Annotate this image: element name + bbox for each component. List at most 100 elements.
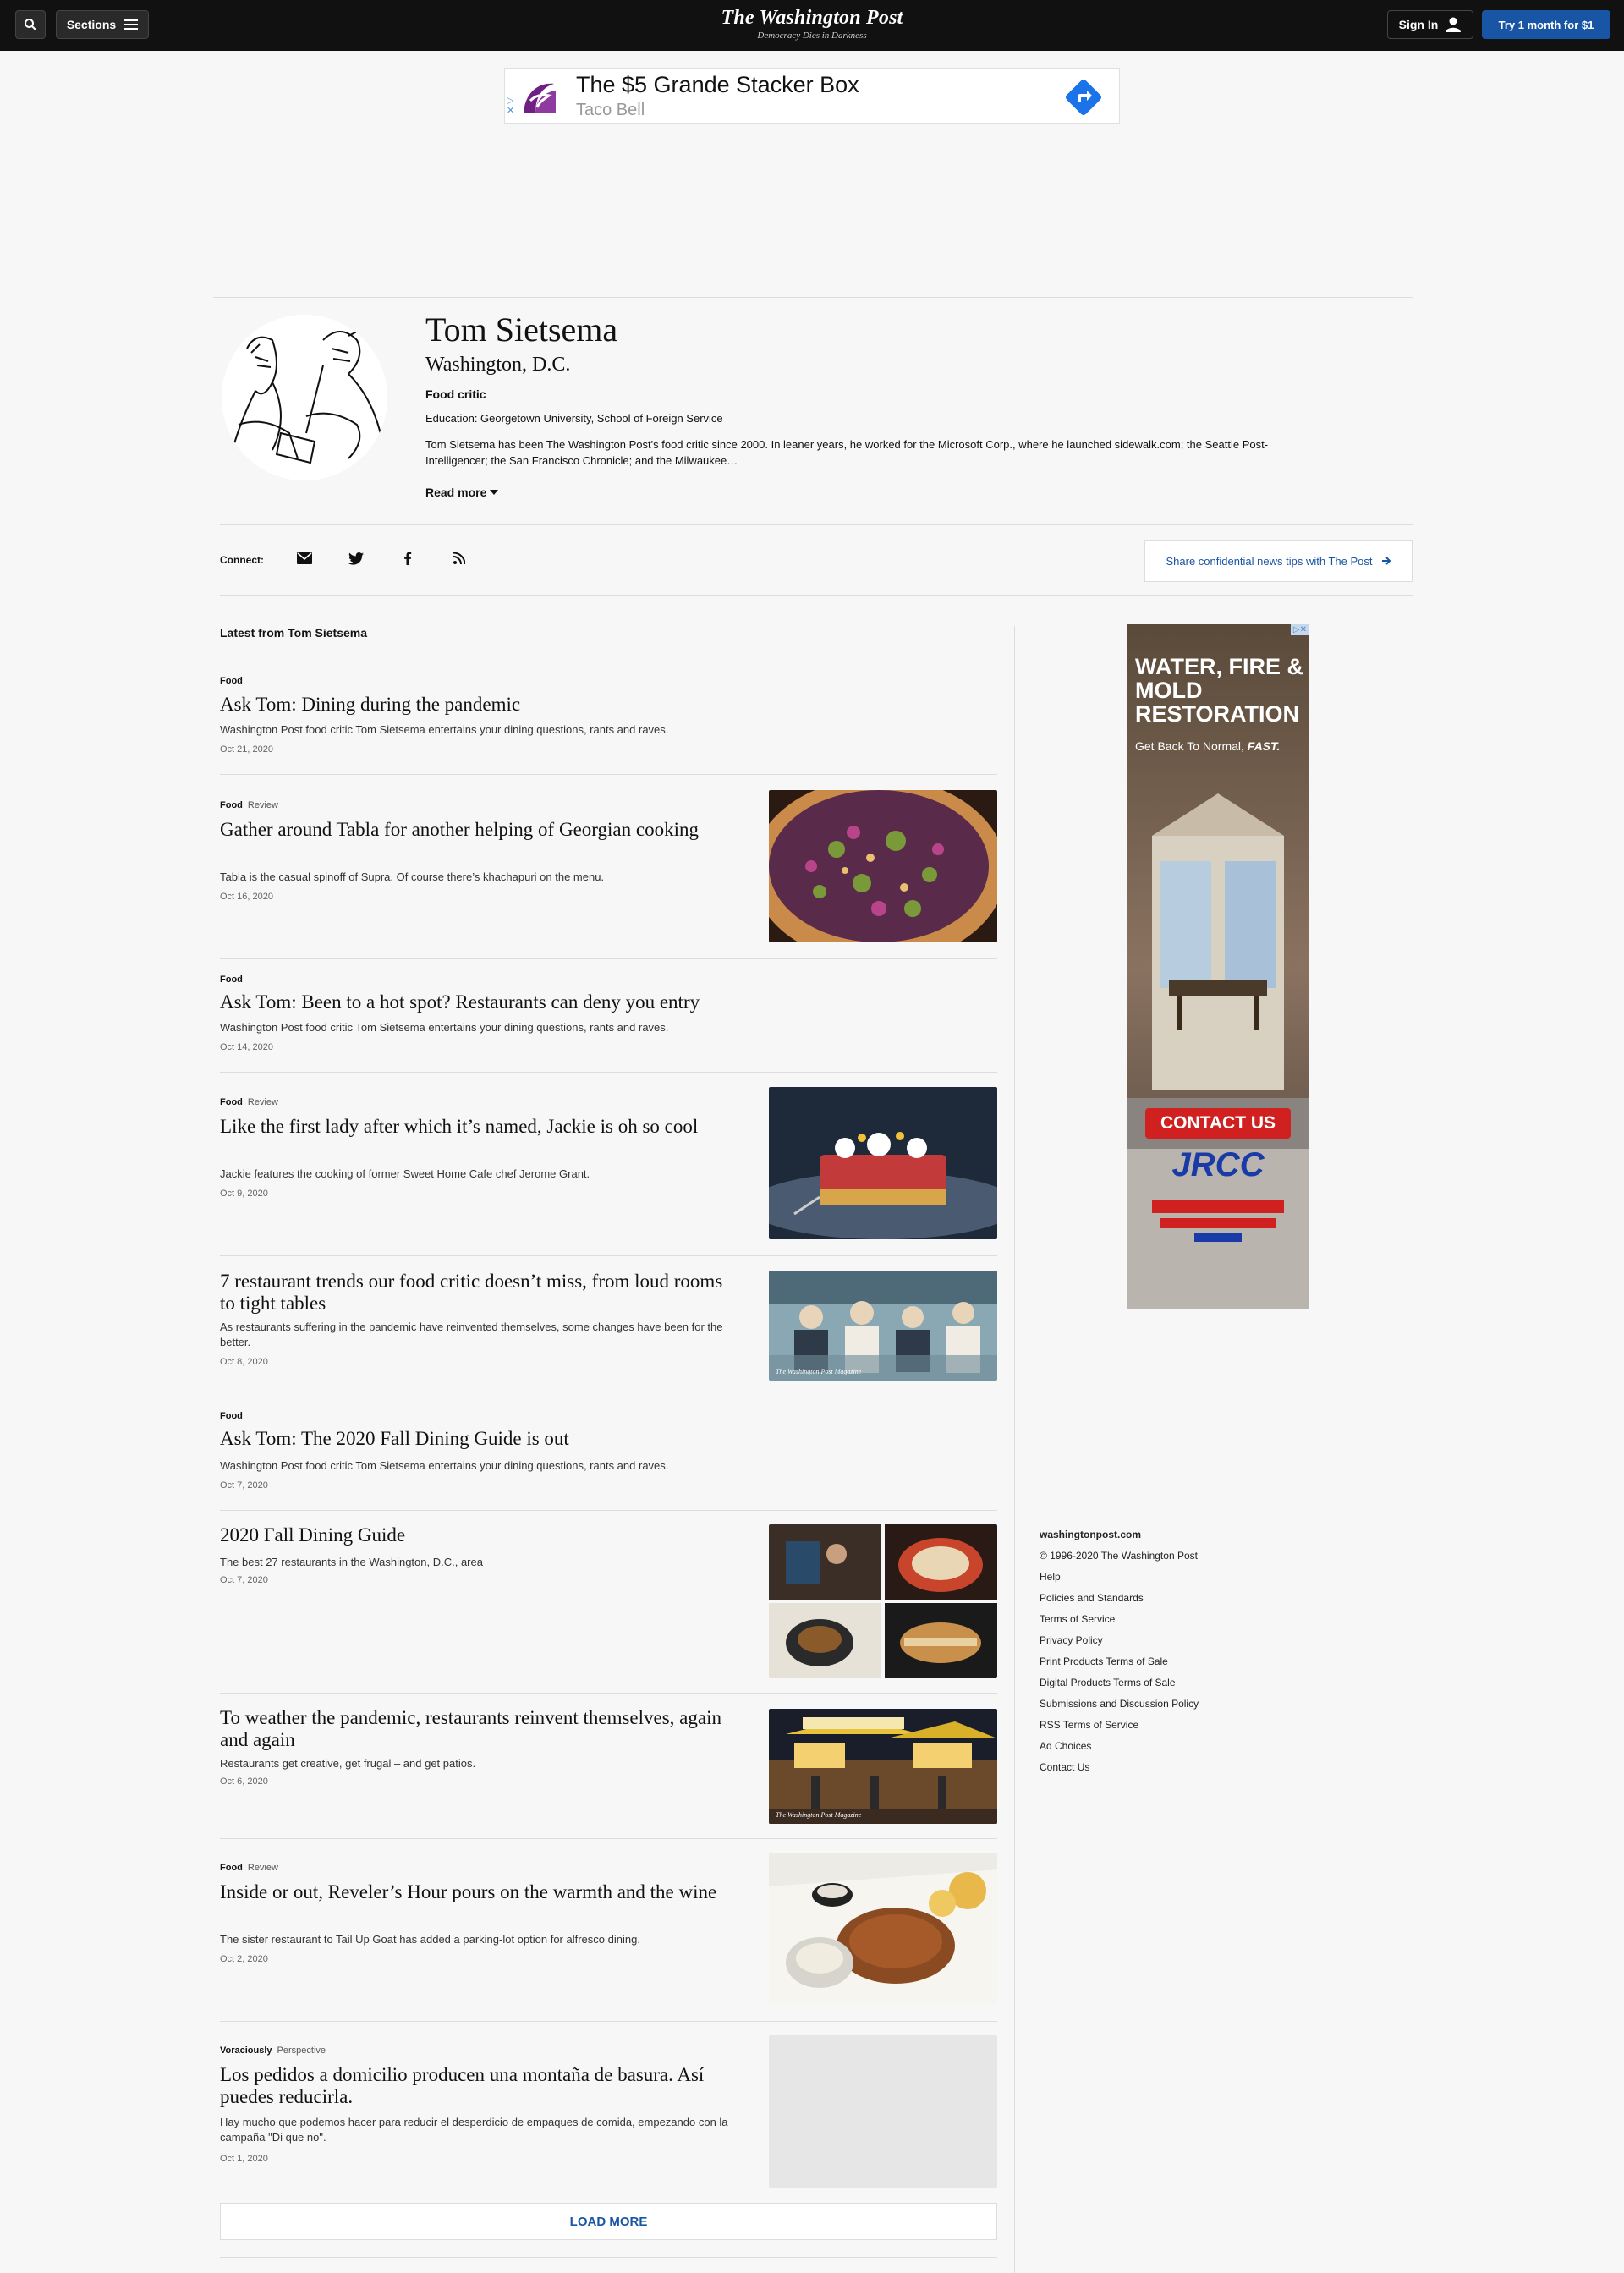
article-blurb: Jackie features the cooking of former Sw… xyxy=(220,1167,590,1180)
author-location: Washington, D.C. xyxy=(425,354,571,376)
article-section[interactable]: Voraciously xyxy=(220,2045,272,2056)
article-thumbnail[interactable] xyxy=(769,1524,997,1678)
article-headline[interactable]: 7 restaurant trends our food critic does… xyxy=(220,1271,727,1315)
search-button[interactable] xyxy=(15,10,46,39)
subscribe-button[interactable]: Try 1 month for $1 xyxy=(1482,10,1610,39)
divider xyxy=(220,1255,997,1256)
sections-menu-button[interactable]: Sections xyxy=(56,10,149,39)
footer-link-contact[interactable]: Contact Us xyxy=(1040,1757,1199,1778)
article-date: Oct 6, 2020 xyxy=(220,1776,268,1787)
read-more-button[interactable]: Read more xyxy=(425,486,499,499)
article-thumbnail[interactable]: The Washington Post Magazine xyxy=(769,1271,997,1381)
article-headline[interactable]: Ask Tom: Been to a hot spot? Restaurants… xyxy=(220,991,700,1013)
ad-title: The $5 Grande Stacker Box xyxy=(576,72,859,97)
adchoices-icon[interactable]: ▷✕ xyxy=(507,96,514,116)
adchoices-icon[interactable]: ▷✕ xyxy=(1290,624,1309,635)
sign-in-button[interactable]: Sign In xyxy=(1387,10,1473,39)
rss-icon xyxy=(453,552,465,564)
author-education: Education: Georgetown University, School… xyxy=(425,412,723,425)
footer-copyright: © 1996-2020 The Washington Post xyxy=(1040,1550,1198,1562)
article-section[interactable]: Food xyxy=(220,800,243,810)
article-headline[interactable]: Los pedidos a domicilio producen una mon… xyxy=(220,2064,727,2108)
caret-down-icon xyxy=(490,490,499,495)
sign-in-label: Sign In xyxy=(1398,18,1439,31)
article-type: Perspective xyxy=(277,2045,326,2056)
article-item[interactable]: Voraciously Perspective Los pedidos a dom… xyxy=(220,2035,997,2188)
column-divider xyxy=(1014,626,1015,2273)
footer-link-rss-terms[interactable]: RSS Terms of Service xyxy=(1040,1715,1199,1736)
divider xyxy=(220,2257,997,2258)
divider xyxy=(220,1693,997,1694)
email-link[interactable] xyxy=(294,548,315,568)
footer-link-print-terms[interactable]: Print Products Terms of Sale xyxy=(1040,1651,1199,1672)
article-item[interactable]: 7 restaurant trends our food critic does… xyxy=(220,1271,997,1397)
footer-link-terms[interactable]: Terms of Service xyxy=(1040,1609,1199,1630)
washington-post-logo[interactable]: The Washington Post Democracy Dies in Da… xyxy=(643,7,981,41)
article-section[interactable]: Food xyxy=(220,1863,243,1873)
article-headline[interactable]: To weather the pandemic, restaurants rei… xyxy=(220,1707,727,1751)
footer-link-ad-choices[interactable]: Ad Choices xyxy=(1040,1736,1199,1757)
article-item[interactable]: Food Ask Tom: The 2020 Fall Dining Guide… xyxy=(220,1411,997,1511)
article-kicker: Food Review xyxy=(220,1863,278,1873)
share-tips-label: Share confidential news tips with The Po… xyxy=(1166,554,1373,568)
ad-tagline-emphasis: FAST. xyxy=(1247,739,1281,753)
article-blurb: Washington Post food critic Tom Sietsema… xyxy=(220,1459,669,1472)
top-banner-ad[interactable]: ▷ ✕ The $5 Grande Stacker Box Taco Bell xyxy=(504,68,1120,124)
ad-advertiser: Taco Bell xyxy=(576,101,645,119)
footer-link-digital-terms[interactable]: Digital Products Terms of Sale xyxy=(1040,1672,1199,1694)
article-item[interactable]: Food Review Gather around Tabla for anoth… xyxy=(220,790,997,959)
article-headline[interactable]: Ask Tom: The 2020 Fall Dining Guide is o… xyxy=(220,1428,569,1450)
footer-link-privacy[interactable]: Privacy Policy xyxy=(1040,1630,1199,1651)
article-kicker: Food xyxy=(220,1411,243,1421)
article-blurb: Washington Post food critic Tom Sietsema… xyxy=(220,723,669,736)
read-more-label: Read more xyxy=(425,486,487,499)
article-thumbnail[interactable] xyxy=(769,1087,997,1239)
article-section[interactable]: Food xyxy=(220,676,243,686)
article-kicker: Voraciously Perspective xyxy=(220,2045,326,2056)
footer-link-submissions[interactable]: Submissions and Discussion Policy xyxy=(1040,1694,1199,1715)
article-section[interactable]: Food xyxy=(220,975,243,985)
article-item[interactable]: Food Review Inside or out, Reveler’s Hour… xyxy=(220,1853,997,2022)
article-headline[interactable]: Like the first lady after which it’s nam… xyxy=(220,1116,727,1138)
taco-bell-logo xyxy=(517,75,561,119)
logo-tagline: Democracy Dies in Darkness xyxy=(757,30,867,41)
article-item[interactable]: 2020 Fall Dining Guide The best 27 resta… xyxy=(220,1524,997,1694)
sidebar-ad[interactable]: JRCC WATER, FIRE & MOLD RESTORATION Get … xyxy=(1127,624,1309,1309)
facebook-link[interactable] xyxy=(398,548,418,568)
divider xyxy=(220,1838,997,1839)
load-more-button[interactable]: LOAD MORE xyxy=(220,2203,997,2240)
article-item[interactable]: Food Ask Tom: Dining during the pandemic… xyxy=(220,673,997,775)
article-item[interactable]: Food Ask Tom: Been to a hot spot? Restau… xyxy=(220,975,997,1073)
article-thumbnail[interactable] xyxy=(769,1853,997,2005)
footer-site[interactable]: washingtonpost.com xyxy=(1040,1524,1199,1546)
footer-link-help[interactable]: Help xyxy=(1040,1567,1199,1588)
article-headline[interactable]: Gather around Tabla for another helping … xyxy=(220,819,727,841)
article-item[interactable]: To weather the pandemic, restaurants rei… xyxy=(220,1707,997,1839)
article-thumbnail-placeholder[interactable] xyxy=(769,2035,997,2188)
article-date: Oct 9, 2020 xyxy=(220,1189,268,1199)
article-blurb: Restaurants get creative, get frugal – a… xyxy=(220,1757,476,1770)
ad-tagline: Get Back To Normal, FAST. xyxy=(1135,739,1280,753)
ad-contact-button[interactable]: CONTACT US xyxy=(1145,1108,1291,1139)
article-headline[interactable]: Ask Tom: Dining during the pandemic xyxy=(220,694,520,716)
article-kicker: Food Review xyxy=(220,1097,278,1107)
article-item[interactable]: Food Review Like the first lady after whi… xyxy=(220,1087,997,1256)
twitter-link[interactable] xyxy=(346,548,366,568)
divider xyxy=(220,774,997,775)
share-tips-button[interactable]: Share confidential news tips with The Po… xyxy=(1144,540,1413,582)
footer-link-policies[interactable]: Policies and Standards xyxy=(1040,1588,1199,1609)
article-headline[interactable]: 2020 Fall Dining Guide xyxy=(220,1524,405,1546)
mail-icon xyxy=(297,552,312,564)
search-icon xyxy=(25,19,36,30)
article-headline[interactable]: Inside or out, Reveler’s Hour pours on t… xyxy=(220,1881,727,1903)
rss-link[interactable] xyxy=(449,548,469,568)
article-thumbnail[interactable] xyxy=(769,790,997,942)
article-section[interactable]: Food xyxy=(220,1097,243,1107)
article-section[interactable]: Food xyxy=(220,1411,243,1421)
article-date: Oct 1, 2020 xyxy=(220,2154,268,2164)
connect-label: Connect: xyxy=(220,554,264,566)
article-thumbnail[interactable]: The Washington Post Magazine xyxy=(769,1709,997,1824)
article-date: Oct 14, 2020 xyxy=(220,1042,273,1052)
directions-arrow-icon[interactable] xyxy=(1063,77,1104,118)
sections-label: Sections xyxy=(66,18,117,31)
